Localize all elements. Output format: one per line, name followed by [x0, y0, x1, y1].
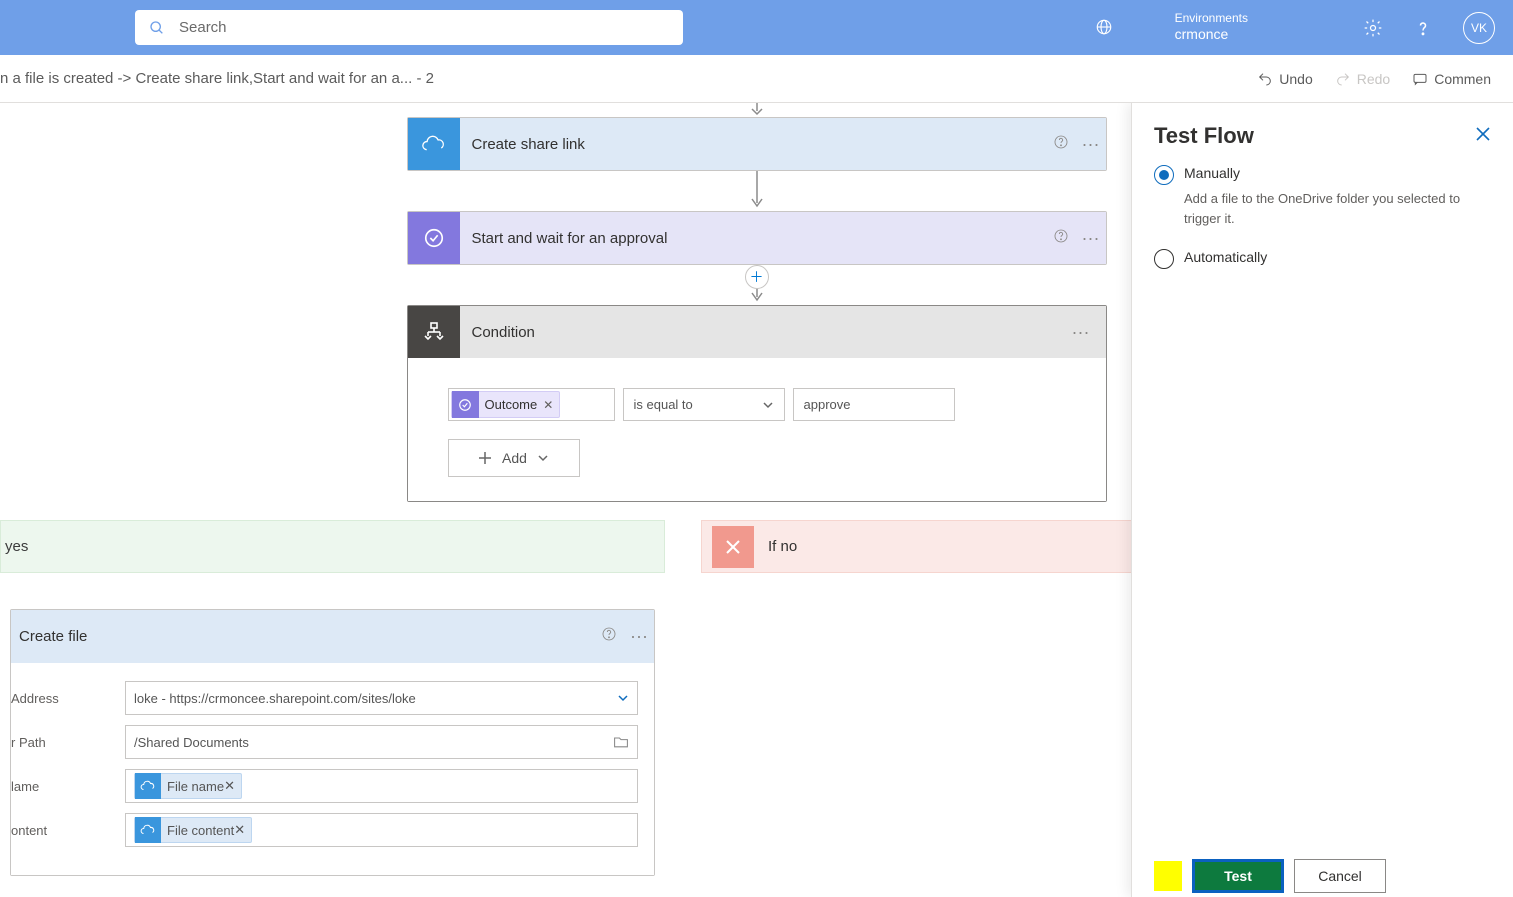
cancel-button[interactable]: Cancel: [1294, 859, 1386, 893]
token-remove-icon[interactable]: ✕: [543, 398, 553, 412]
radio-icon: [1154, 165, 1174, 185]
control-condition[interactable]: Condition ··· Outcome ✕ is equal to appr…: [407, 305, 1107, 502]
condition-add-button[interactable]: Add: [448, 439, 580, 477]
environment-label: Environments: [1175, 10, 1248, 26]
radio-automatically[interactable]: Automatically: [1154, 249, 1491, 269]
condition-icon: [408, 306, 460, 358]
token-label: File name: [167, 779, 224, 794]
if-yes-branch: yes Create file ··· Address loke - https…: [0, 520, 665, 876]
card-title: Condition: [460, 324, 1066, 341]
chevron-down-icon: [537, 452, 549, 464]
environment-picker[interactable]: Environments crmonce: [1175, 10, 1248, 42]
flow-toolbar: n a file is created -> Create share link…: [0, 55, 1513, 103]
onedrive-icon: [408, 118, 460, 170]
panel-title: Test Flow: [1154, 123, 1254, 149]
file-content-input[interactable]: File content ✕: [125, 813, 638, 847]
breadcrumb: n a file is created -> Create share link…: [0, 70, 1257, 87]
search-input[interactable]: [177, 18, 669, 37]
flow-canvas[interactable]: Create share link ··· Start and wait for…: [0, 103, 1513, 897]
radio-description: Add a file to the OneDrive folder you se…: [1184, 189, 1491, 229]
condition-value-input[interactable]: approve: [793, 388, 955, 421]
chevron-down-icon: [762, 399, 774, 411]
search-icon: [149, 20, 165, 36]
insert-step-button[interactable]: ＋: [745, 265, 769, 289]
action-create-share-link[interactable]: Create share link ···: [407, 117, 1107, 171]
card-help-icon[interactable]: [1046, 228, 1076, 249]
approval-icon: [452, 391, 479, 418]
field-label: Address: [11, 691, 125, 706]
card-title: Start and wait for an approval: [460, 230, 1046, 247]
token-label: Outcome: [485, 397, 538, 412]
dynamic-token-file-content[interactable]: File content ✕: [134, 817, 252, 843]
undo-icon: [1257, 71, 1273, 87]
global-search[interactable]: [135, 10, 683, 45]
onedrive-icon: [135, 817, 161, 843]
folder-path-input[interactable]: /Shared Documents: [125, 725, 638, 759]
token-label: File content: [167, 823, 234, 838]
redo-icon: [1335, 71, 1351, 87]
undo-button[interactable]: Undo: [1257, 71, 1312, 87]
avatar[interactable]: VK: [1463, 12, 1495, 44]
comment-icon: [1412, 71, 1428, 87]
condition-left-operand[interactable]: Outcome ✕: [448, 388, 615, 421]
card-help-icon[interactable]: [1046, 134, 1076, 155]
condition-body: Outcome ✕ is equal to approve Add: [408, 358, 1106, 501]
token-remove-icon[interactable]: ✕: [224, 778, 235, 794]
card-menu-icon[interactable]: ···: [1076, 134, 1106, 155]
card-title: Create share link: [460, 136, 1046, 153]
action-start-approval[interactable]: Start and wait for an approval ···: [407, 211, 1107, 265]
close-icon[interactable]: [1475, 126, 1491, 147]
card-title: Create file: [11, 628, 594, 645]
highlight-marker: [1154, 861, 1182, 891]
radio-manually[interactable]: Manually: [1154, 165, 1491, 185]
action-create-file[interactable]: Create file ··· Address loke - https://c…: [10, 609, 655, 876]
chevron-down-icon: [617, 692, 629, 704]
dynamic-token-outcome[interactable]: Outcome ✕: [451, 391, 561, 418]
card-menu-icon[interactable]: ···: [1076, 228, 1106, 249]
folder-icon[interactable]: [613, 735, 629, 749]
file-name-input[interactable]: File name ✕: [125, 769, 638, 803]
approval-icon: [408, 212, 460, 264]
onedrive-icon: [135, 773, 161, 799]
test-flow-panel: Test Flow Manually Add a file to the One…: [1131, 103, 1513, 897]
if-yes-header[interactable]: yes: [0, 520, 665, 573]
test-button[interactable]: Test: [1192, 859, 1284, 893]
help-icon[interactable]: [1413, 18, 1433, 38]
card-menu-icon[interactable]: ···: [624, 626, 654, 647]
dynamic-token-file-name[interactable]: File name ✕: [134, 773, 242, 799]
card-menu-icon[interactable]: ···: [1066, 322, 1096, 343]
radio-icon: [1154, 249, 1174, 269]
globe-icon: [1095, 18, 1113, 36]
field-label: lame: [11, 779, 125, 794]
comments-button[interactable]: Commen: [1412, 71, 1491, 87]
redo-button[interactable]: Redo: [1335, 71, 1390, 87]
condition-operator-select[interactable]: is equal to: [623, 388, 785, 421]
field-label: ontent: [11, 823, 125, 838]
environment-name: crmonce: [1175, 26, 1248, 42]
gear-icon[interactable]: [1363, 18, 1383, 38]
card-help-icon[interactable]: [594, 626, 624, 647]
token-remove-icon[interactable]: ✕: [234, 822, 245, 838]
app-topbar: Environments crmonce VK: [0, 0, 1513, 55]
site-address-select[interactable]: loke - https://crmoncee.sharepoint.com/s…: [125, 681, 638, 715]
field-label: r Path: [11, 735, 125, 750]
close-icon: [712, 526, 754, 568]
